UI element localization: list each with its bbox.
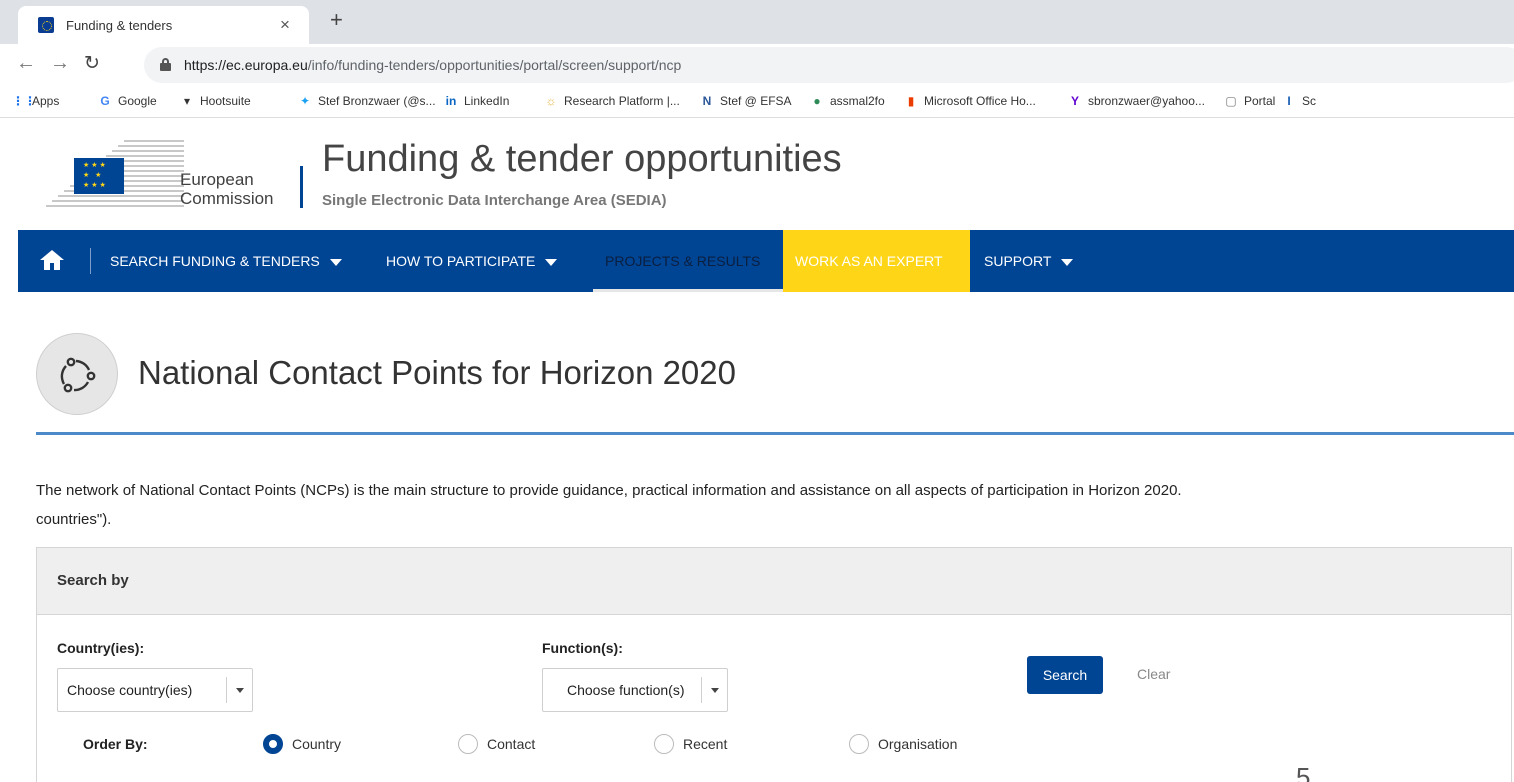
nav-separator	[90, 248, 91, 274]
bookmark-page[interactable]: ▢ Portal	[1224, 94, 1275, 108]
browser-toolbar: ← → ↻ https://ec.europa.eu/info/funding-…	[0, 44, 1514, 86]
radio-icon	[263, 734, 283, 754]
bookmark-onenote[interactable]: N Stef @ EFSA	[700, 94, 792, 108]
yahoo-icon: Y	[1070, 94, 1079, 108]
order-radio-contact[interactable]: Contact	[458, 734, 535, 754]
page-title: National Contact Points for Horizon 2020	[138, 354, 736, 391]
hootsuite-icon: ▾	[183, 94, 191, 108]
bookmark-linkedin[interactable]: in LinkedIn	[444, 94, 510, 108]
forward-arrow-icon[interactable]: →	[50, 52, 70, 75]
logo-divider	[300, 166, 303, 208]
home-icon[interactable]	[40, 250, 64, 270]
order-radio-country[interactable]: Country	[263, 734, 341, 754]
nav-search-funding-tenders[interactable]: SEARCH FUNDING & TENDERS	[98, 230, 354, 292]
address-bar[interactable]: https://ec.europa.eu/info/funding-tender…	[144, 47, 1514, 83]
bookmarks-bar: ⋮⋮ Apps G Google ▾ Hootsuite ✦ Stef Bronzwaer (…	[0, 86, 1514, 118]
site-title: Funding & tender opportunities	[322, 138, 842, 180]
onenote-icon: N	[702, 94, 712, 108]
browser-tab[interactable]: Funding & tenders ×	[18, 6, 309, 44]
caret-down-icon	[1061, 258, 1074, 266]
nav-projects-results[interactable]: PROJECTS & RESULTS	[593, 230, 783, 292]
site-header: European Commission Funding & tender opp…	[18, 118, 1514, 230]
globe-icon: ●	[813, 94, 821, 108]
order-by-label: Order By:	[83, 736, 148, 752]
new-tab-icon[interactable]: +	[330, 7, 343, 33]
bookmark-globe[interactable]: ● assmal2fo	[810, 94, 884, 108]
european-commission-logo[interactable]	[34, 136, 184, 208]
research-platform-icon: ☼	[545, 94, 557, 108]
tab-title: Funding & tenders	[66, 18, 173, 33]
radio-icon	[458, 734, 478, 754]
bookmark-research-platform[interactable]: ☼ Research Platform |...	[544, 94, 680, 108]
caret-down-icon	[329, 258, 342, 266]
radio-icon	[849, 734, 869, 754]
caret-down-icon	[545, 258, 558, 266]
bookmark-google[interactable]: G Google	[98, 94, 156, 108]
nav-support[interactable]: SUPPORT	[972, 230, 1085, 292]
order-radio-recent[interactable]: Recent	[654, 734, 727, 754]
country-select[interactable]: Choose country(ies)	[57, 668, 253, 712]
search-panel: Search by Country(ies): Choose country(i…	[36, 547, 1512, 782]
bookmark-hootsuite[interactable]: ▾ Hootsuite	[180, 94, 251, 108]
close-tab-icon[interactable]: ×	[280, 15, 290, 35]
bookmark-app-icon: I	[1287, 94, 1291, 108]
browser-tab-strip: Funding & tenders × +	[0, 0, 1514, 44]
bookmark-twitter[interactable]: ✦ Stef Bronzwaer (@s...	[298, 94, 436, 108]
eu-flag-icon	[74, 158, 124, 194]
twitter-icon: ✦	[299, 94, 311, 108]
eu-flag-favicon-icon	[38, 17, 54, 33]
order-radio-organisation[interactable]: Organisation	[849, 734, 957, 754]
ncp-network-icon	[36, 333, 118, 415]
apps-grid-icon: ⋮⋮	[12, 94, 36, 108]
office-icon: ▮	[907, 94, 915, 108]
page-icon: ▢	[1225, 94, 1237, 108]
bookmark-yahoo[interactable]: Ysbronzwaer@yahoo...	[1068, 94, 1205, 108]
slide-number: 5	[1296, 762, 1311, 782]
main-navigation: SEARCH FUNDING & TENDERS HOW TO PARTICIP…	[18, 230, 1514, 292]
chevron-down-icon	[711, 688, 719, 693]
search-button[interactable]: Search	[1027, 656, 1103, 694]
reload-icon[interactable]: ↻	[84, 52, 100, 75]
lock-icon	[160, 58, 171, 71]
back-arrow-icon[interactable]: ←	[16, 52, 36, 75]
site-subtitle: Single Electronic Data Interchange Area …	[322, 192, 667, 209]
intro-text: The network of National Contact Points (…	[36, 482, 1182, 528]
search-panel-heading: Search by	[37, 548, 1511, 615]
radio-icon	[654, 734, 674, 754]
google-icon: G	[100, 94, 110, 108]
nav-work-as-expert[interactable]: WORK AS AN EXPERT	[783, 230, 970, 292]
country-label: Country(ies):	[57, 640, 145, 656]
title-divider	[36, 432, 1514, 435]
clear-button[interactable]: Clear	[1137, 666, 1170, 682]
linkedin-icon: in	[445, 94, 457, 108]
logo-text: European Commission	[180, 170, 274, 208]
bookmark-apps-grid[interactable]: ⋮⋮ Apps	[12, 94, 59, 108]
bookmark-bookmark-app[interactable]: I Sc	[1282, 94, 1316, 108]
function-select[interactable]: Choose function(s)	[542, 668, 728, 712]
nav-how-to-participate[interactable]: HOW TO PARTICIPATE	[374, 230, 569, 292]
function-label: Function(s):	[542, 640, 623, 656]
bookmark-office[interactable]: ▮ Microsoft Office Ho...	[904, 94, 1036, 108]
chevron-down-icon	[236, 688, 244, 693]
url-text: https://ec.europa.eu/info/funding-tender…	[184, 57, 682, 73]
